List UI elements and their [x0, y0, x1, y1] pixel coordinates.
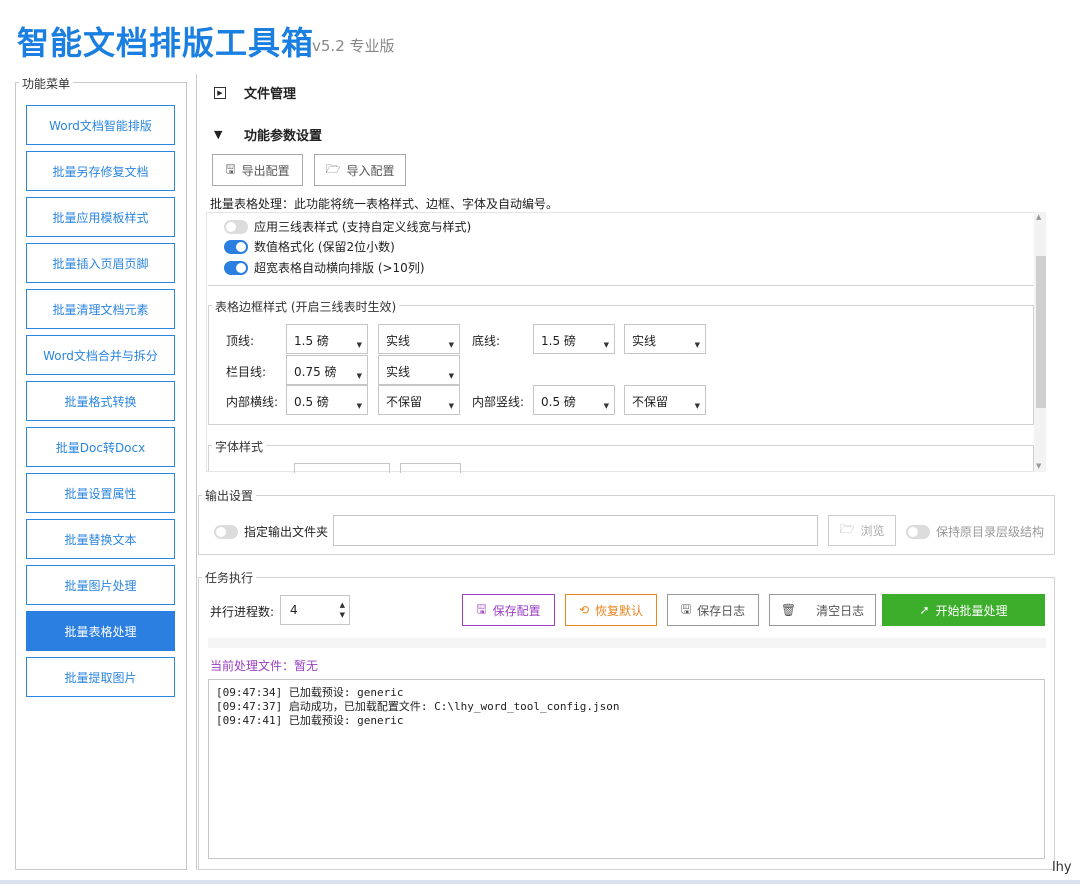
sidebar-item-batch-apply-template[interactable]: 批量应用模板样式 — [26, 197, 175, 237]
sidebar-item-extract-images[interactable]: 批量提取图片 — [26, 657, 175, 697]
content-panel-border — [196, 74, 197, 870]
sidebar-item-batch-save-repair[interactable]: 批量另存修复文档 — [26, 151, 175, 191]
toggle-switch[interactable] — [224, 219, 248, 234]
sidebar-item-batch-header-footer[interactable]: 批量插入页眉页脚 — [26, 243, 175, 283]
restore-icon: ⟲ — [578, 603, 590, 617]
save-disk-icon: 🖫 — [225, 161, 236, 176]
spin-up-arrow-icon[interactable]: ▲ — [340, 601, 345, 609]
author-label: lhy — [1052, 860, 1072, 875]
inner-vertical-width-select[interactable]: 0.5 磅 ▼ — [533, 385, 615, 415]
dropdown-arrow-icon: ▼ — [448, 341, 454, 349]
dropdown-arrow-icon: ▼ — [694, 341, 700, 349]
dropdown-arrow-icon: ▼ — [694, 402, 700, 410]
log-line: [09:47:41] 已加载预设: generic — [216, 714, 404, 727]
rocket-icon: ➚ — [919, 603, 930, 617]
header-line-label: 栏目线: — [226, 365, 267, 379]
sidebar-item-format-convert[interactable]: 批量格式转换 — [26, 381, 175, 421]
bottom-line-width-select[interactable]: 1.5 磅 ▼ — [533, 324, 615, 354]
current-file-label: 当前处理文件：暂无 — [210, 659, 319, 673]
parallel-process-label: 并行进程数: — [210, 605, 275, 619]
header-line-style-select[interactable]: 实线 ▼ — [378, 355, 460, 385]
save-log-button[interactable]: 🖫 保存日志 — [667, 594, 759, 626]
keep-directory-structure-toggle[interactable]: 保持原目录层级结构 — [906, 523, 1044, 540]
save-disk-icon: 🖫 — [680, 601, 692, 616]
inner-horizontal-label: 内部横线: — [226, 395, 279, 409]
params-scrollbar-thumb[interactable] — [1036, 256, 1046, 408]
app-title: 智能文档排版工具箱 — [17, 24, 315, 62]
save-disk-icon: 🖫 — [476, 601, 487, 616]
toggle-switch[interactable] — [224, 260, 248, 275]
trash-icon: 🗑 — [780, 603, 797, 617]
bottom-line-style-select[interactable]: 实线 ▼ — [624, 324, 706, 354]
output-settings-legend: 输出设置 — [202, 487, 257, 504]
folder-icon: 🗁 — [839, 522, 855, 536]
font-style-legend: 字体样式 — [212, 438, 267, 455]
inner-horizontal-style-select[interactable]: 不保留 ▼ — [378, 385, 460, 415]
top-line-label: 顶线: — [226, 334, 255, 348]
toggle-switch[interactable] — [906, 524, 930, 539]
sidebar-item-replace-text[interactable]: 批量替换文本 — [26, 519, 175, 559]
dropdown-arrow-icon: ▼ — [448, 372, 454, 380]
toggle-switch[interactable] — [214, 524, 238, 539]
restore-default-button[interactable]: ⟲ 恢复默认 — [565, 594, 657, 626]
parallel-process-spinbox[interactable]: 4 ▲ ▼ — [280, 595, 350, 625]
sidebar-item-doc-to-docx[interactable]: 批量Doc转Docx — [26, 427, 175, 467]
sidebar-item-batch-clean-elements[interactable]: 批量清理文档元素 — [26, 289, 175, 329]
option-number-format[interactable]: 数值格式化 (保留2位小数) — [224, 238, 395, 255]
font-size-select-partial[interactable] — [400, 463, 461, 473]
sidebar-item-merge-split[interactable]: Word文档合并与拆分 — [26, 335, 175, 375]
top-line-style-select[interactable]: 实线 ▼ — [378, 324, 460, 354]
export-config-button[interactable]: 🖫 导出配置 — [212, 154, 303, 186]
progress-bar — [208, 638, 1046, 648]
spin-down-arrow-icon[interactable]: ▼ — [340, 611, 345, 619]
inner-vertical-label: 内部竖线: — [472, 395, 525, 409]
dropdown-arrow-icon: ▼ — [448, 402, 454, 410]
expanded-triangle-icon: ▼ — [214, 128, 223, 141]
toggle-switch[interactable] — [224, 239, 248, 254]
header-line-width-select[interactable]: 0.75 磅 ▼ — [286, 355, 368, 385]
dropdown-arrow-icon: ▼ — [356, 372, 362, 380]
import-config-button[interactable]: 🗁 导入配置 — [314, 154, 406, 186]
window-bottom-edge — [0, 880, 1080, 884]
scroll-up-arrow-icon[interactable]: ▲ — [1036, 213, 1041, 221]
inner-vertical-style-select[interactable]: 不保留 ▼ — [624, 385, 706, 415]
top-line-width-select[interactable]: 1.5 磅 ▼ — [286, 324, 368, 354]
font-style-select-partial[interactable] — [294, 463, 390, 473]
output-folder-input[interactable] — [333, 515, 818, 546]
sidebar-legend: 功能菜单 — [19, 75, 74, 92]
specify-output-folder-toggle[interactable]: 指定输出文件夹 — [214, 523, 328, 540]
sidebar-item-image-processing[interactable]: 批量图片处理 — [26, 565, 175, 605]
table-processing-description: 批量表格处理：此功能将统一表格样式、边框、字体及自动编号。 — [210, 197, 559, 211]
dropdown-arrow-icon: ▼ — [603, 402, 609, 410]
option-wide-table-landscape[interactable]: 超宽表格自动横向排版 (>10列) — [224, 259, 425, 276]
task-execution-legend: 任务执行 — [202, 569, 257, 586]
log-line: [09:47:34] 已加载预设: generic — [216, 686, 404, 699]
bottom-line-label: 底线: — [472, 334, 501, 348]
dropdown-arrow-icon: ▼ — [356, 341, 362, 349]
save-config-button[interactable]: 🖫 保存配置 — [462, 594, 555, 626]
section-file-management[interactable]: ▶ 文件管理 — [214, 83, 296, 102]
option-three-line-table[interactable]: 应用三线表样式 (支持自定义线宽与样式) — [224, 218, 471, 235]
scroll-down-arrow-icon[interactable]: ▼ — [1036, 462, 1041, 470]
clear-log-button[interactable]: 🗑 清空日志 — [769, 594, 876, 626]
start-batch-button[interactable]: ➚ 开始批量处理 — [882, 594, 1045, 626]
sidebar-item-word-smart-format[interactable]: Word文档智能排版 — [26, 105, 175, 145]
folder-icon: 🗁 — [325, 161, 341, 176]
app-version: v5.2 专业版 — [312, 37, 395, 55]
border-style-legend: 表格边框样式 (开启三线表时生效) — [212, 298, 400, 315]
log-output[interactable]: [09:47:34] 已加载预设: generic [09:47:37] 启动成… — [208, 679, 1045, 859]
section-param-settings[interactable]: ▼ 功能参数设置 — [214, 125, 322, 144]
log-line: [09:47:37] 启动成功，已加载配置文件: C:\lhy_word_too… — [216, 700, 620, 713]
collapsed-triangle-icon: ▶ — [214, 86, 226, 99]
browse-button[interactable]: 🗁 浏览 — [828, 515, 896, 546]
dropdown-arrow-icon: ▼ — [356, 402, 362, 410]
dropdown-arrow-icon: ▼ — [603, 341, 609, 349]
inner-horizontal-width-select[interactable]: 0.5 磅 ▼ — [286, 385, 368, 415]
sidebar-item-set-properties[interactable]: 批量设置属性 — [26, 473, 175, 513]
sidebar-item-table-processing[interactable]: 批量表格处理 — [26, 611, 175, 651]
